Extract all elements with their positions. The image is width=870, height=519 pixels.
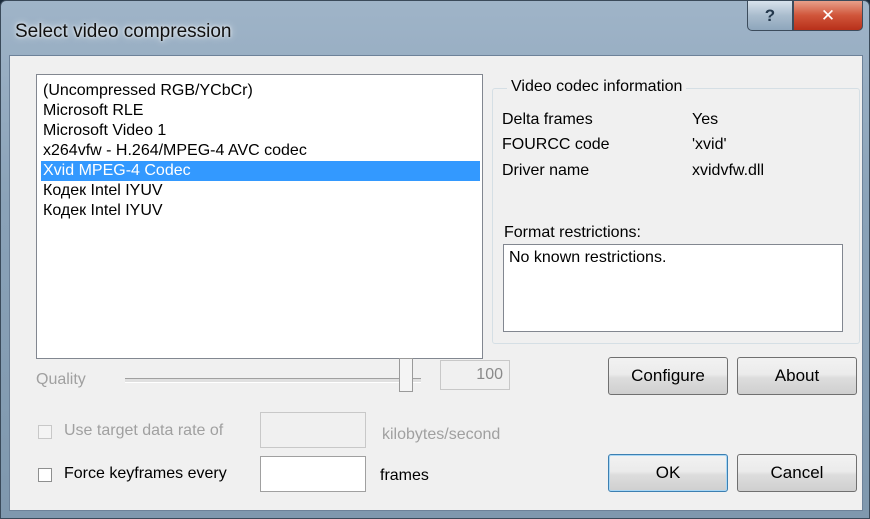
- delta-frames-value: Yes: [692, 111, 719, 128]
- target-data-rate-checkbox[interactable]: [38, 425, 52, 439]
- codec-list-item[interactable]: (Uncompressed RGB/YCbCr): [41, 81, 480, 101]
- configure-button[interactable]: Configure: [608, 357, 728, 395]
- close-icon: ✕: [820, 5, 836, 25]
- driver-name-label: Driver name: [502, 162, 590, 179]
- window-title: Select video compression: [15, 21, 232, 42]
- codec-list-item[interactable]: Microsoft RLE: [41, 101, 480, 121]
- help-icon: ?: [764, 5, 776, 25]
- delta-frames-label: Delta frames: [502, 111, 593, 128]
- codec-list-item[interactable]: Кодек Intel IYUV: [41, 201, 480, 221]
- quality-slider-track[interactable]: [125, 378, 421, 383]
- dialog-window: Select video compression ? ✕ (Uncompress…: [0, 0, 870, 519]
- force-keyframes-checkbox[interactable]: [38, 468, 52, 482]
- title-bar[interactable]: Select video compression ? ✕: [1, 1, 869, 53]
- dialog-client-area: (Uncompressed RGB/YCbCr) Microsoft RLE Mic…: [9, 55, 863, 511]
- keyframes-interval-input[interactable]: [260, 456, 366, 492]
- target-data-rate-label: Use target data rate of: [64, 422, 224, 439]
- codec-info-legend: Video codec information: [507, 78, 687, 96]
- codec-list-item[interactable]: x264vfw - H.264/MPEG-4 AVC codec: [41, 141, 480, 161]
- quality-label: Quality: [36, 371, 86, 388]
- about-button[interactable]: About: [737, 357, 857, 395]
- fourcc-value: 'xvid': [692, 136, 727, 153]
- driver-name-value: xvidvfw.dll: [692, 162, 765, 179]
- quality-slider-thumb[interactable]: [399, 358, 413, 392]
- codec-list-item[interactable]: Microsoft Video 1: [41, 121, 480, 141]
- cancel-button[interactable]: Cancel: [737, 454, 857, 492]
- codec-listbox[interactable]: (Uncompressed RGB/YCbCr) Microsoft RLE Mic…: [36, 74, 483, 359]
- codec-list-item[interactable]: Кодек Intel IYUV: [41, 181, 480, 201]
- quality-value-box: 100: [440, 360, 510, 390]
- frames-label: frames: [380, 467, 429, 484]
- force-keyframes-label: Force keyframes every: [64, 465, 227, 482]
- help-button[interactable]: ?: [747, 1, 793, 31]
- target-data-rate-input[interactable]: [260, 412, 366, 448]
- codec-list-item[interactable]: Xvid MPEG-4 Codec: [41, 161, 480, 181]
- fourcc-label: FOURCC code: [502, 136, 610, 153]
- format-restrictions-label: Format restrictions:: [504, 224, 641, 241]
- kilobytes-per-second-label: kilobytes/second: [382, 426, 501, 443]
- close-button[interactable]: ✕: [793, 1, 863, 31]
- ok-button[interactable]: OK: [608, 454, 728, 492]
- format-restrictions-box[interactable]: No known restrictions.: [503, 244, 843, 332]
